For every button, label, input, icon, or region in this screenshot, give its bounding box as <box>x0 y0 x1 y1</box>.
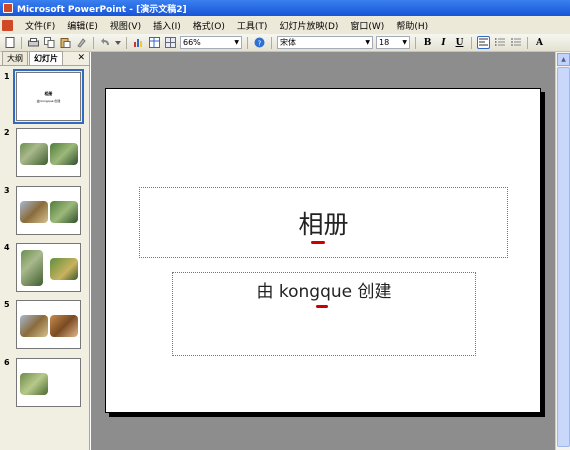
zoom-select[interactable]: 66% ▼ <box>180 36 242 49</box>
slide-thumbnail-6[interactable] <box>16 358 81 407</box>
toolbar-separator <box>415 36 416 49</box>
slide-thumbnail-row: 1 相册 由 kongque 创建 <box>0 69 90 124</box>
scrollbar-thumb[interactable] <box>557 67 570 447</box>
bullet-list-icon[interactable] <box>509 36 522 49</box>
increase-font-size-button[interactable]: A <box>533 38 546 48</box>
font-size-select[interactable]: 18 ▼ <box>376 36 410 49</box>
slide-number: 3 <box>4 186 10 195</box>
slide-number: 1 <box>4 72 10 81</box>
grid-icon[interactable] <box>164 36 177 49</box>
slide-thumbnail-4[interactable] <box>16 243 81 292</box>
subtitle-placeholder[interactable]: 由 kongque 创建 <box>172 272 476 356</box>
underline-button[interactable]: U <box>453 38 466 48</box>
title-bar: Microsoft PowerPoint - [演示文稿2] <box>0 0 570 16</box>
zoom-value: 66% <box>183 38 201 47</box>
svg-text:?: ? <box>258 39 262 47</box>
font-size-value: 18 <box>379 38 390 47</box>
photo-thumbnail <box>20 315 48 337</box>
current-slide[interactable]: 相册 由 kongque 创建 <box>105 88 541 413</box>
toolbar-separator <box>93 36 94 49</box>
bold-button[interactable]: B <box>421 38 434 48</box>
insert-chart-icon[interactable] <box>132 36 145 49</box>
slide-number: 6 <box>4 358 10 367</box>
slides-pane: 大纲 幻灯片 ✕ 1 相册 由 kongque 创建 2 3 4 5 6 <box>0 51 90 450</box>
slide-title: 相册 <box>298 209 349 239</box>
scroll-up-icon[interactable]: ▲ <box>557 53 570 66</box>
menu-insert[interactable]: 插入(I) <box>147 19 187 32</box>
chevron-down-icon: ▼ <box>365 39 370 46</box>
menu-file[interactable]: 文件(F) <box>19 19 61 32</box>
toolbar-separator <box>271 36 272 49</box>
chevron-down-icon: ▼ <box>402 39 407 46</box>
slide-editing-area: 相册 由 kongque 创建 <box>91 52 555 450</box>
italic-button[interactable]: I <box>437 38 450 48</box>
menu-format[interactable]: 格式(O) <box>187 19 231 32</box>
slide-thumbnail-5[interactable] <box>16 300 81 349</box>
align-left-icon[interactable] <box>477 36 490 49</box>
slide-subtitle: 由 kongque 创建 <box>256 282 392 302</box>
document-menu-icon[interactable] <box>2 19 13 31</box>
toolbar-separator <box>126 36 127 49</box>
slide-thumbnail-row: 2 <box>0 128 90 178</box>
tab-outline[interactable]: 大纲 <box>2 51 28 65</box>
paste-icon[interactable] <box>59 36 72 49</box>
slide-thumbnail-3[interactable] <box>16 186 81 235</box>
toolbar-separator <box>247 36 248 49</box>
new-file-icon[interactable] <box>3 36 16 49</box>
photo-thumbnail <box>50 201 78 223</box>
font-name-value: 宋体 <box>280 38 296 47</box>
copy-icon[interactable] <box>43 36 56 49</box>
slide-number: 5 <box>4 300 10 309</box>
tab-slides[interactable]: 幻灯片 <box>29 51 63 65</box>
thumbnail-title: 相册 <box>44 91 53 96</box>
numbered-list-icon[interactable] <box>493 36 506 49</box>
photo-thumbnail <box>50 258 78 280</box>
toolbar-separator <box>471 36 472 49</box>
title-placeholder[interactable]: 相册 <box>139 187 508 258</box>
font-select[interactable]: 宋体 ▼ <box>277 36 373 49</box>
slide-thumbnail-row: 6 <box>0 358 90 408</box>
print-icon[interactable] <box>27 36 40 49</box>
slide-number: 2 <box>4 128 10 137</box>
powerpoint-app-icon[interactable] <box>3 3 13 13</box>
red-annotation-mark <box>311 241 325 244</box>
red-annotation-mark <box>316 305 328 308</box>
photo-thumbnail <box>20 373 48 395</box>
toolbar: 66% ▼ ? 宋体 ▼ 18 ▼ B I U A <box>0 34 570 52</box>
menu-bar: 文件(F) 编辑(E) 视图(V) 插入(I) 格式(O) 工具(T) 幻灯片放… <box>0 16 570 34</box>
chevron-down-icon: ▼ <box>234 39 239 46</box>
slide-thumbnail-row: 3 <box>0 186 90 236</box>
photo-thumbnail <box>21 250 43 286</box>
slide-thumbnail-2[interactable] <box>16 128 81 177</box>
vertical-scrollbar[interactable]: ▲ <box>555 52 570 450</box>
menu-view[interactable]: 视图(V) <box>104 19 147 32</box>
slide-thumbnail-row: 4 <box>0 243 90 293</box>
help-icon[interactable]: ? <box>253 36 266 49</box>
chevron-down-icon[interactable] <box>115 36 121 49</box>
insert-table-icon[interactable] <box>148 36 161 49</box>
menu-tools[interactable]: 工具(T) <box>231 19 274 32</box>
undo-icon[interactable] <box>99 36 112 49</box>
menu-edit[interactable]: 编辑(E) <box>61 19 104 32</box>
photo-thumbnail <box>20 201 48 223</box>
menu-help[interactable]: 帮助(H) <box>390 19 434 32</box>
thumbnail-subtitle: 由 kongque 创建 <box>36 99 61 103</box>
window-title: Microsoft PowerPoint - [演示文稿2] <box>17 4 187 15</box>
slide-thumbnail-row: 5 <box>0 300 90 350</box>
photo-thumbnail <box>20 143 48 165</box>
menu-window[interactable]: 窗口(W) <box>344 19 390 32</box>
pane-tabs: 大纲 幻灯片 ✕ <box>0 51 89 66</box>
close-icon[interactable]: ✕ <box>77 53 85 63</box>
photo-thumbnail <box>50 143 78 165</box>
toolbar-separator <box>527 36 528 49</box>
slide-thumbnail-1[interactable]: 相册 由 kongque 创建 <box>13 69 84 124</box>
toolbar-separator <box>21 36 22 49</box>
menu-slideshow[interactable]: 幻灯片放映(D) <box>273 19 344 32</box>
format-painter-icon[interactable] <box>75 36 88 49</box>
slide-number: 4 <box>4 243 10 252</box>
photo-thumbnail <box>50 315 78 337</box>
